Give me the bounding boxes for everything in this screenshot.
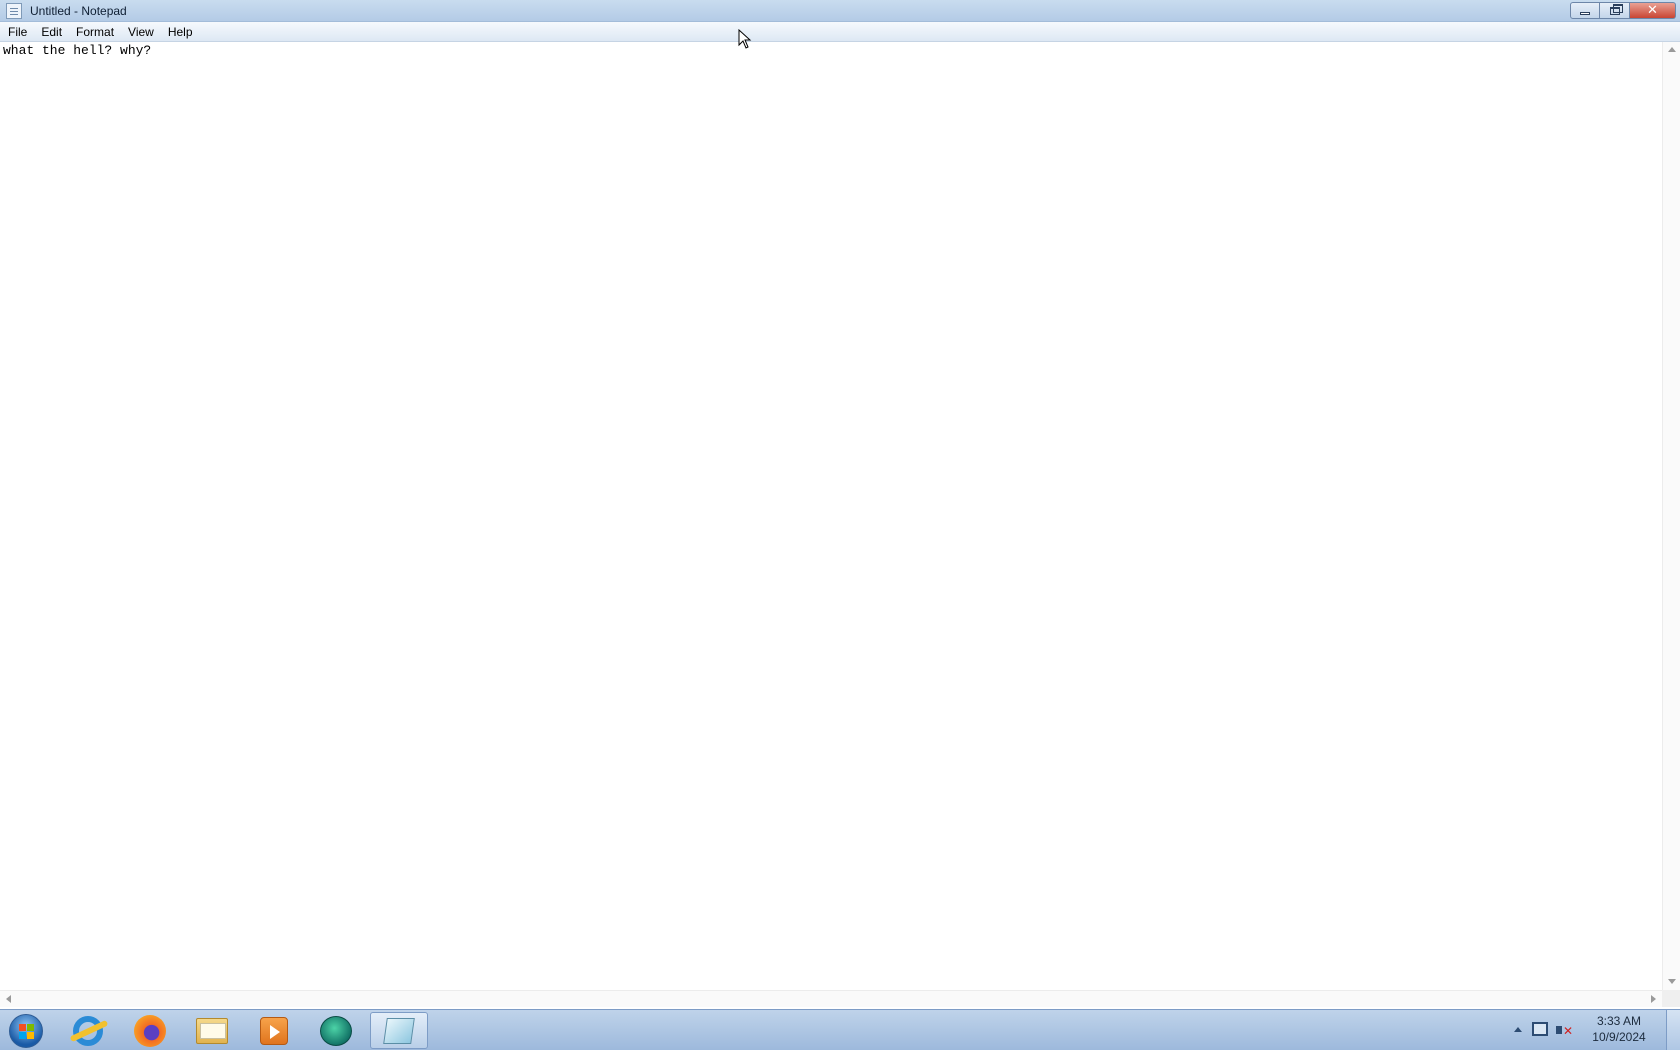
taskbar-file-explorer[interactable] xyxy=(184,1012,240,1049)
taskbar-firefox[interactable] xyxy=(122,1012,178,1049)
notepad-icon xyxy=(383,1017,415,1044)
close-icon: ✕ xyxy=(1647,3,1658,18)
taskbar: ✕ 3:33 AM 10/9/2024 xyxy=(0,1009,1680,1050)
scroll-left-icon[interactable] xyxy=(6,995,11,1003)
menu-file[interactable]: File xyxy=(1,22,34,42)
folder-icon xyxy=(196,1017,228,1044)
menu-view[interactable]: View xyxy=(121,22,161,42)
show-desktop-button[interactable] xyxy=(1666,1010,1680,1050)
volume-muted-icon[interactable]: ✕ xyxy=(1556,1022,1573,1038)
taskbar-notepad[interactable] xyxy=(370,1012,428,1049)
start-button[interactable] xyxy=(6,1012,46,1049)
scroll-right-icon[interactable] xyxy=(1651,995,1656,1003)
vertical-scrollbar[interactable] xyxy=(1662,42,1680,990)
restore-button[interactable] xyxy=(1600,2,1630,19)
minimize-icon xyxy=(1580,12,1590,15)
notepad-app-icon[interactable] xyxy=(6,2,22,19)
scroll-down-icon[interactable] xyxy=(1668,979,1676,984)
media-player-icon xyxy=(260,1016,288,1045)
window-controls: ✕ xyxy=(1570,2,1676,19)
clock-time: 3:33 AM xyxy=(1596,1014,1642,1028)
scroll-up-icon[interactable] xyxy=(1668,47,1676,52)
menu-help[interactable]: Help xyxy=(161,22,200,42)
minimize-button[interactable] xyxy=(1570,2,1600,19)
text-editor[interactable]: what the hell? why? xyxy=(0,42,1662,990)
network-icon[interactable] xyxy=(1532,1022,1548,1036)
show-hidden-icons-icon[interactable] xyxy=(1514,1027,1522,1032)
size-grip[interactable] xyxy=(1662,990,1680,1007)
clock[interactable]: 3:33 AM 10/9/2024 xyxy=(1584,1013,1654,1045)
window-title: Untitled - Notepad xyxy=(30,3,127,18)
taskbar-internet-explorer[interactable] xyxy=(60,1012,116,1049)
mouse-cursor-icon xyxy=(738,29,752,49)
chat-icon xyxy=(320,1015,352,1046)
close-button[interactable]: ✕ xyxy=(1630,2,1676,19)
restore-icon xyxy=(1609,3,1623,15)
taskbar-chat-app[interactable] xyxy=(308,1012,364,1049)
taskbar-media-player[interactable] xyxy=(246,1012,302,1049)
title-bar[interactable]: Untitled - Notepad ✕ xyxy=(0,0,1680,22)
horizontal-scrollbar[interactable] xyxy=(0,990,1662,1007)
clock-date: 10/9/2024 xyxy=(1592,1030,1646,1044)
firefox-icon xyxy=(134,1014,166,1047)
windows-logo-icon xyxy=(9,1013,43,1048)
system-tray: ✕ 3:33 AM 10/9/2024 xyxy=(1510,1010,1680,1050)
ie-icon xyxy=(73,1015,103,1046)
menu-bar: File Edit Format View Help xyxy=(0,22,1680,42)
menu-format[interactable]: Format xyxy=(69,22,121,42)
menu-edit[interactable]: Edit xyxy=(34,22,69,42)
